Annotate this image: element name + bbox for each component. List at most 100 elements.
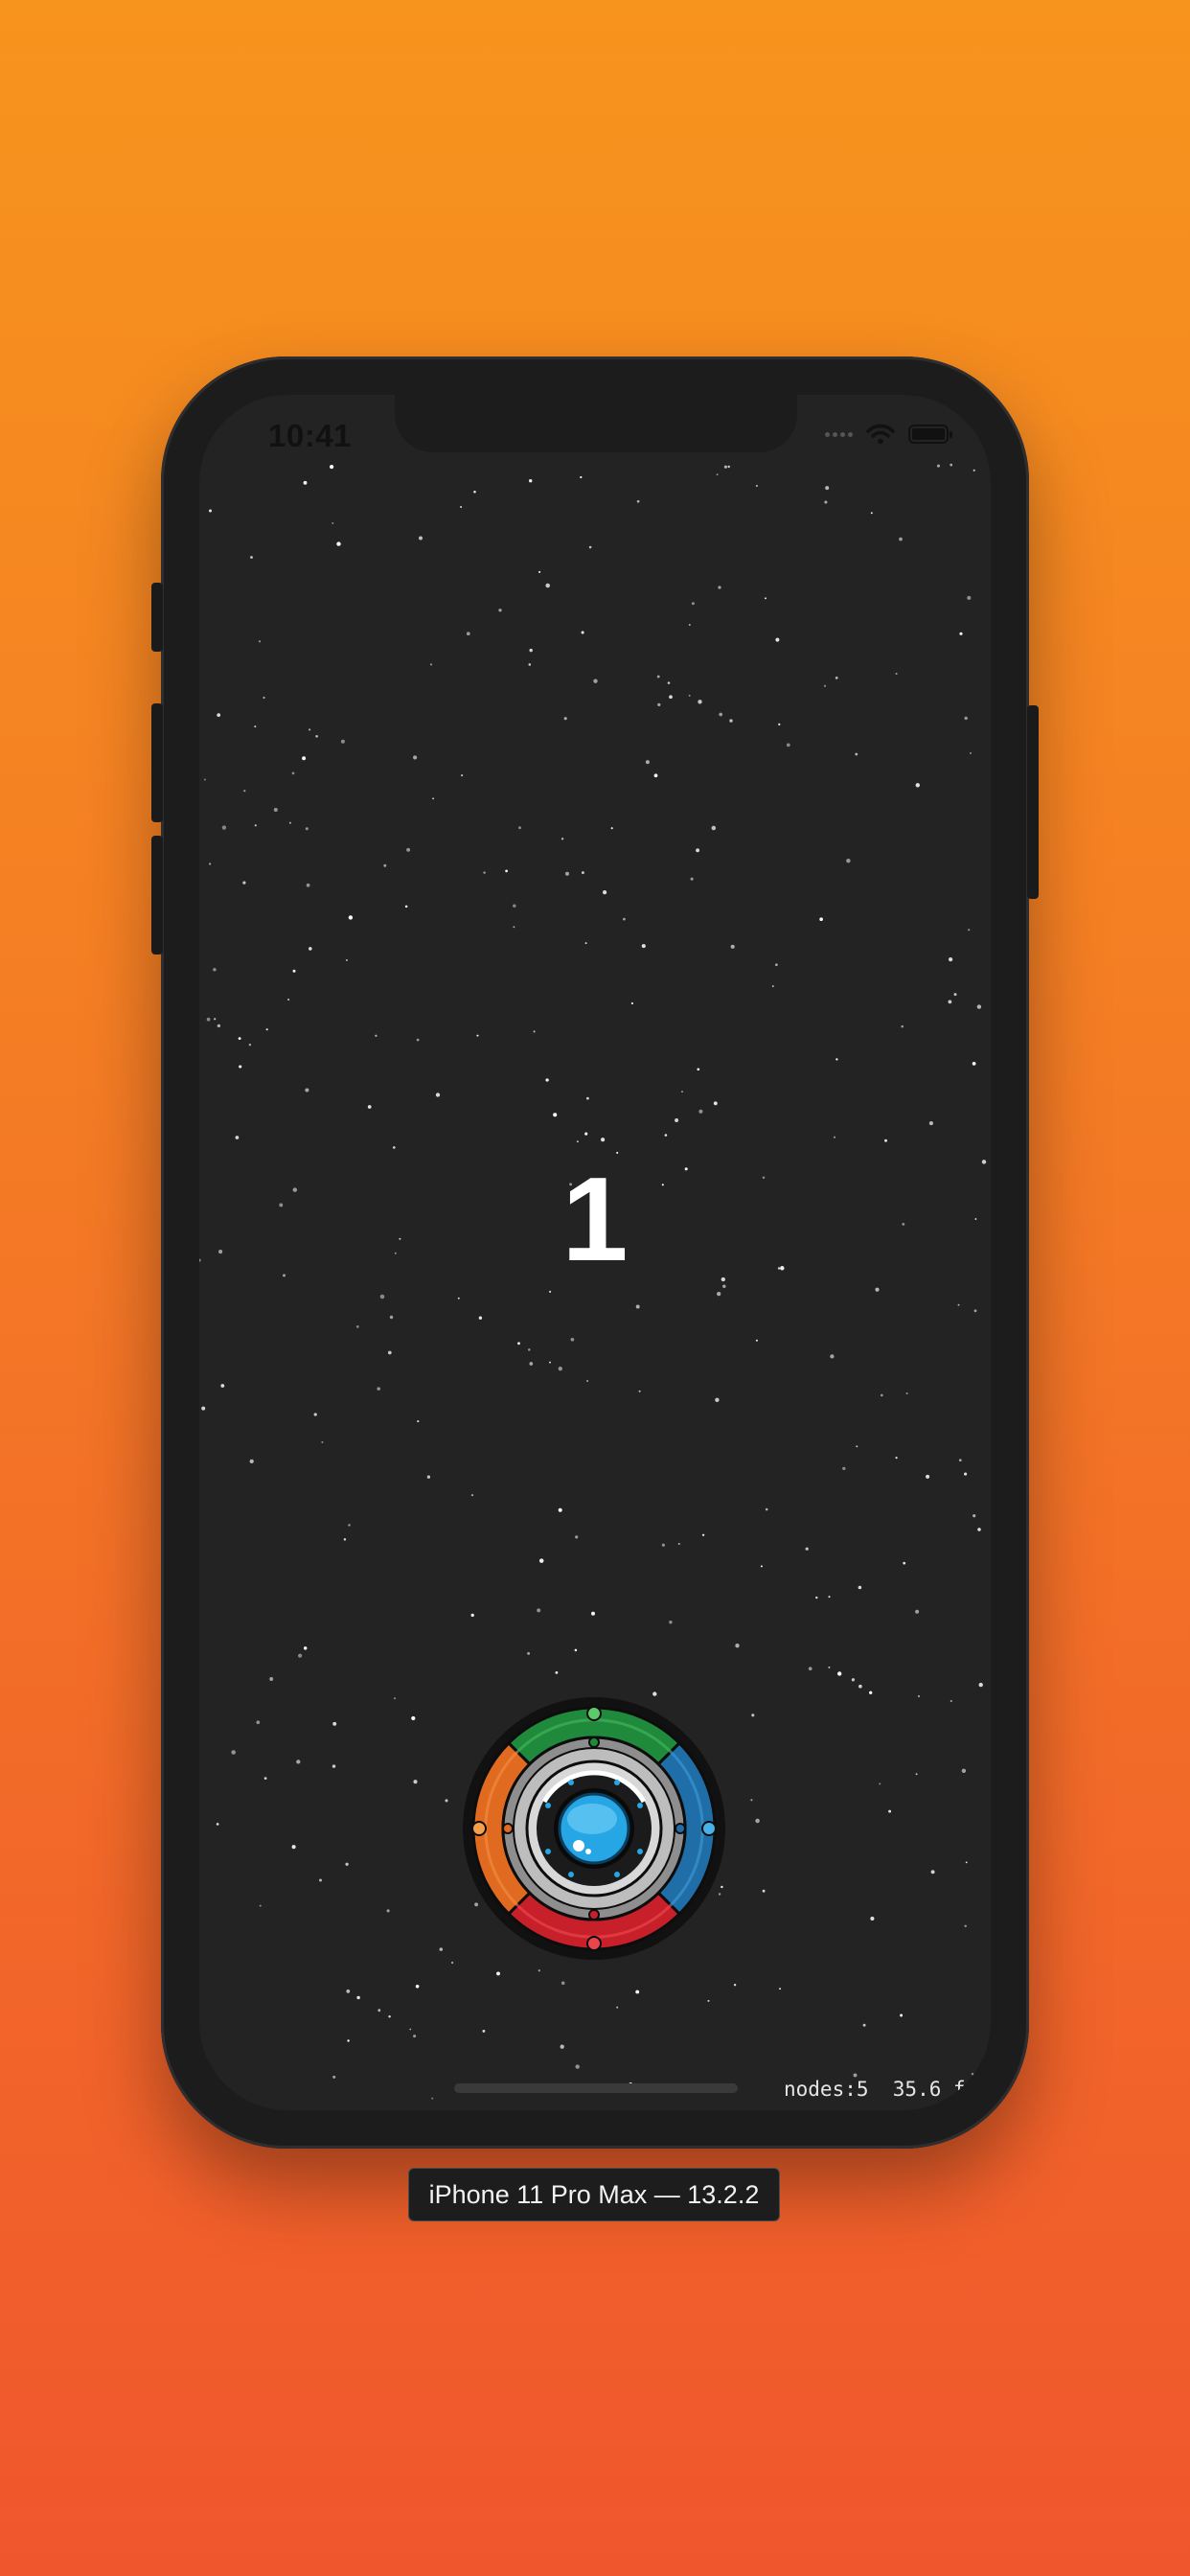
star — [209, 509, 212, 513]
star — [242, 881, 246, 885]
star — [386, 1909, 390, 1913]
star — [765, 1507, 768, 1511]
star — [623, 917, 626, 921]
star — [518, 826, 521, 830]
color-wheel-controller[interactable] — [460, 1694, 728, 1963]
star — [315, 735, 318, 738]
star — [888, 1809, 892, 1813]
star — [727, 465, 730, 469]
star — [367, 1105, 372, 1109]
star — [948, 956, 953, 962]
star — [926, 1474, 930, 1479]
star — [254, 725, 257, 728]
iphone-device-frame: 10:41 1 nodes:5 35.6 fr — [151, 356, 1039, 2149]
star — [915, 1773, 918, 1776]
wifi-icon — [866, 424, 895, 445]
star — [389, 1315, 394, 1320]
star — [496, 1971, 500, 1976]
home-indicator[interactable] — [454, 2083, 738, 2093]
star — [601, 1138, 606, 1142]
star — [217, 713, 221, 717]
star — [853, 2073, 858, 2078]
star — [669, 1620, 673, 1624]
star — [217, 1024, 221, 1028]
star — [415, 1985, 420, 1989]
star — [345, 958, 348, 961]
star — [416, 1038, 420, 1042]
star — [855, 752, 858, 756]
star — [707, 1999, 710, 2002]
star — [461, 774, 464, 777]
star — [964, 716, 968, 721]
star — [296, 1760, 301, 1764]
star — [976, 1004, 982, 1009]
star — [470, 1494, 474, 1497]
star — [973, 469, 975, 472]
star — [549, 1361, 551, 1364]
star — [828, 1596, 831, 1598]
star — [346, 1990, 351, 1993]
star — [602, 889, 607, 895]
star — [755, 484, 758, 488]
star — [950, 1699, 952, 1703]
star — [967, 595, 972, 600]
star — [958, 1459, 962, 1462]
star — [545, 1078, 549, 1082]
star — [482, 2029, 486, 2033]
star — [977, 1528, 981, 1531]
star — [900, 2013, 904, 2017]
star — [778, 723, 781, 725]
star — [690, 877, 694, 881]
star — [345, 1862, 349, 1866]
star — [406, 847, 411, 852]
star — [470, 1613, 474, 1618]
star — [718, 586, 721, 589]
star — [901, 1024, 904, 1028]
star — [318, 1878, 323, 1882]
star — [870, 1916, 875, 1921]
star — [581, 631, 584, 634]
star — [733, 1984, 737, 1987]
cellular-signal-icon — [825, 431, 853, 437]
star — [713, 1101, 718, 1106]
star — [263, 1777, 267, 1780]
star — [220, 1384, 225, 1388]
star — [313, 1413, 317, 1416]
star — [213, 967, 217, 972]
star — [636, 499, 640, 503]
star — [635, 1304, 640, 1309]
game-screen[interactable]: 10:41 1 nodes:5 35.6 fr — [199, 395, 991, 2110]
star — [558, 1507, 562, 1512]
star — [959, 632, 963, 635]
star — [413, 2035, 417, 2038]
star — [355, 1325, 359, 1328]
star — [330, 465, 334, 470]
star — [231, 1750, 236, 1755]
star — [545, 583, 550, 588]
star — [235, 1136, 240, 1139]
star — [828, 1666, 831, 1668]
volume-down-button — [151, 836, 163, 954]
star — [824, 500, 828, 504]
star — [842, 1466, 846, 1471]
star — [529, 1362, 534, 1366]
star — [457, 1297, 460, 1300]
star — [269, 1677, 274, 1681]
star — [309, 947, 312, 951]
star — [669, 695, 673, 700]
star — [388, 2015, 391, 2018]
star — [553, 1113, 558, 1117]
star — [478, 1316, 483, 1320]
star — [476, 1034, 479, 1037]
star — [937, 464, 940, 468]
star — [413, 1780, 418, 1784]
star — [404, 905, 408, 908]
star — [697, 1068, 700, 1071]
star — [616, 2006, 619, 2009]
star — [517, 1342, 520, 1346]
star — [691, 602, 695, 606]
star — [965, 1861, 968, 1864]
star — [302, 756, 307, 761]
star — [586, 1379, 589, 1383]
battery-icon — [908, 425, 952, 444]
